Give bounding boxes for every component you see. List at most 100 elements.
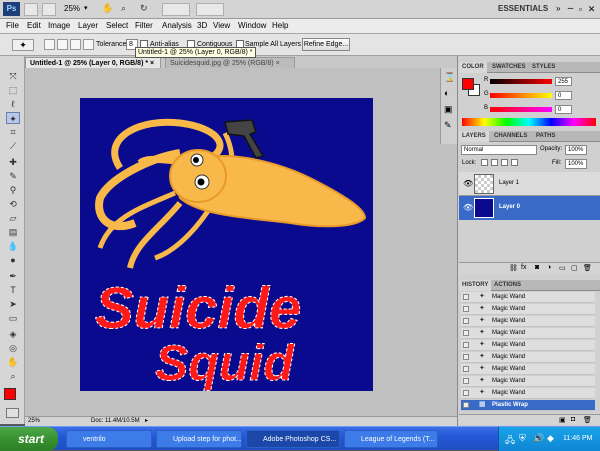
- hand-tool-icon[interactable]: ✋: [6, 356, 20, 368]
- crop-tool-icon[interactable]: ⌗: [6, 126, 20, 138]
- zoom-level-dropdown[interactable]: 25%: [64, 4, 80, 13]
- type-tool-icon[interactable]: T: [6, 284, 20, 296]
- intersect-selection-button[interactable]: [83, 39, 94, 50]
- new-layer-icon[interactable]: ▢: [571, 264, 578, 272]
- lock-pixels-icon[interactable]: [491, 159, 498, 166]
- rotate-view-icon[interactable]: ↻: [140, 3, 153, 16]
- move-tool-icon[interactable]: ⤧: [6, 70, 20, 82]
- pen-tool-icon[interactable]: ✒: [6, 270, 20, 282]
- history-item[interactable]: ✦ Magic Wand: [461, 304, 595, 315]
- fill-input[interactable]: 100%: [565, 159, 587, 169]
- history-item[interactable]: ✦ Magic Wand: [461, 376, 595, 387]
- gradient-tool-icon[interactable]: ▤: [6, 226, 20, 238]
- new-snapshot-icon[interactable]: ◘: [571, 416, 575, 423]
- start-button[interactable]: start: [0, 427, 58, 451]
- history-item[interactable]: ✦ Magic Wand: [461, 292, 595, 303]
- history-brush-source[interactable]: [463, 294, 469, 300]
- tab-history[interactable]: HISTORY: [459, 280, 492, 291]
- menu-window[interactable]: Window: [238, 21, 266, 30]
- tab-paths[interactable]: PATHS: [533, 131, 558, 142]
- history-brush-tool-icon[interactable]: ⟲: [6, 198, 20, 210]
- 3d-rotate-tool-icon[interactable]: ◈: [6, 328, 20, 340]
- clone-stamp-tool-icon[interactable]: ⚲: [6, 184, 20, 196]
- history-brush-source[interactable]: [463, 402, 469, 408]
- subtract-selection-button[interactable]: [70, 39, 81, 50]
- dodge-tool-icon[interactable]: ●: [6, 254, 20, 266]
- history-panel-icon[interactable]: ⌛: [444, 72, 455, 83]
- blue-value[interactable]: 0: [555, 105, 572, 114]
- shape-tool-icon[interactable]: ▭: [6, 312, 20, 324]
- screen-mode-button[interactable]: [196, 3, 224, 16]
- tab-channels[interactable]: CHANNELS: [491, 131, 530, 142]
- eyedropper-tool-icon[interactable]: ⟋: [6, 140, 20, 152]
- tool-preset-picker[interactable]: ✦: [12, 39, 34, 51]
- taskbar-item-photoshop[interactable]: Adobe Photoshop CS...: [246, 430, 340, 448]
- security-icon[interactable]: ⛨: [519, 433, 526, 444]
- history-brush-source[interactable]: [463, 318, 469, 324]
- hand-tool-icon[interactable]: ✋: [102, 3, 115, 16]
- layer-name[interactable]: Layer 1: [499, 180, 519, 186]
- layer-row[interactable]: 👁 Layer 1: [459, 172, 600, 196]
- tab-untitled-1[interactable]: Untitled-1 @ 25% (Layer 0, RGB/8) * ×: [25, 57, 161, 68]
- close-icon[interactable]: ×: [150, 60, 154, 67]
- trash-icon[interactable]: 🗑: [583, 416, 592, 424]
- adjustments-panel-icon[interactable]: ◐: [444, 88, 449, 98]
- chevron-down-icon[interactable]: ▾: [84, 4, 88, 12]
- restore-icon[interactable]: ▫: [576, 2, 585, 16]
- tab-styles[interactable]: STYLES: [529, 62, 558, 73]
- history-item[interactable]: ✦ Magic Wand: [461, 388, 595, 399]
- eye-icon[interactable]: 👁: [463, 179, 473, 188]
- history-brush-source[interactable]: [463, 306, 469, 312]
- taskbar-item-upload[interactable]: Upload step for phot...: [156, 430, 242, 448]
- network-icon[interactable]: 🖧: [505, 433, 515, 449]
- new-document-from-state-icon[interactable]: ▣: [559, 416, 566, 424]
- volume-icon[interactable]: 🔊: [533, 433, 544, 444]
- adjustment-layer-icon[interactable]: ◑: [547, 264, 551, 271]
- menu-select[interactable]: Select: [106, 21, 128, 30]
- brush-tool-icon[interactable]: ✎: [6, 170, 20, 182]
- close-icon[interactable]: ×: [276, 60, 280, 67]
- new-selection-button[interactable]: [44, 39, 55, 50]
- healing-brush-tool-icon[interactable]: ✚: [6, 156, 20, 168]
- taskbar-item-league[interactable]: League of Legends (T...: [344, 430, 438, 448]
- trash-icon[interactable]: 🗑: [583, 264, 592, 272]
- history-brush-source[interactable]: [463, 378, 469, 384]
- menu-edit[interactable]: Edit: [27, 21, 41, 30]
- layer-name[interactable]: Layer 0: [499, 204, 520, 210]
- red-value[interactable]: 255: [555, 77, 572, 86]
- menu-filter[interactable]: Filter: [135, 21, 153, 30]
- 3d-orbit-tool-icon[interactable]: ◎: [6, 342, 20, 354]
- status-menu-arrow-icon[interactable]: ▸: [145, 417, 148, 424]
- menu-file[interactable]: File: [6, 21, 19, 30]
- menu-analysis[interactable]: Analysis: [162, 21, 192, 30]
- lock-transparency-icon[interactable]: [481, 159, 488, 166]
- red-slider[interactable]: [490, 79, 552, 84]
- history-brush-source[interactable]: [463, 390, 469, 396]
- tab-suicidesquid[interactable]: Suicidesquid.jpg @ 25% (RGB/8) ×: [165, 57, 295, 68]
- history-item[interactable]: ✦ Magic Wand: [461, 364, 595, 375]
- color-foreground-swatch[interactable]: [462, 78, 474, 90]
- opacity-input[interactable]: 100%: [565, 145, 587, 155]
- workspace-switcher[interactable]: ESSENTIALS: [498, 4, 548, 13]
- history-brush-source[interactable]: [463, 366, 469, 372]
- taskbar-item-ventrilo[interactable]: ventrilo: [66, 430, 152, 448]
- layer-row-selected[interactable]: 👁 Layer 0: [459, 196, 600, 220]
- bridge-icon[interactable]: [24, 3, 38, 16]
- history-brush-source[interactable]: [463, 330, 469, 336]
- layer-mask-icon[interactable]: ◙: [535, 264, 539, 271]
- color-spectrum-ramp[interactable]: [462, 118, 596, 126]
- history-item[interactable]: ✦ Magic Wand: [461, 328, 595, 339]
- status-zoom[interactable]: 25%: [28, 418, 40, 424]
- minimize-icon[interactable]: –: [566, 2, 575, 16]
- green-value[interactable]: 0: [555, 91, 572, 100]
- layer-style-icon[interactable]: fx: [521, 264, 526, 271]
- refine-edge-button[interactable]: Refine Edge...: [302, 38, 350, 51]
- document-canvas[interactable]: Suicide Squid: [80, 98, 373, 392]
- clock[interactable]: 11:46 PM: [563, 435, 592, 442]
- foreground-color-swatch[interactable]: [4, 388, 16, 400]
- marquee-tool-icon[interactable]: ⬚: [6, 84, 20, 96]
- close-icon[interactable]: ✕: [587, 2, 596, 16]
- mini-bridge-icon[interactable]: [42, 3, 56, 16]
- quick-mask-icon[interactable]: [6, 408, 19, 418]
- shield-icon[interactable]: ◆: [547, 433, 554, 444]
